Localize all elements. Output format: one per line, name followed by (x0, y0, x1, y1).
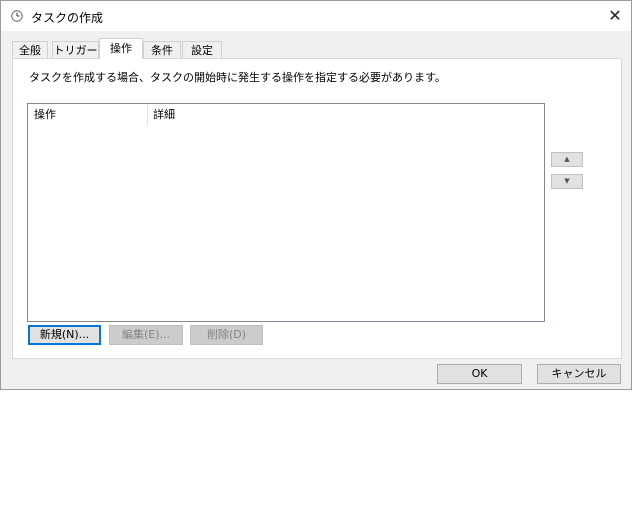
close-icon[interactable]: ✕ (601, 4, 629, 28)
create-task-dialog: タスクの作成 ✕ 全般 トリガー 操作 条件 設定 タスクを作成する場合、タスク… (0, 0, 632, 390)
up-arrow-icon: ▲ (564, 155, 570, 163)
move-up-button[interactable]: ▲ (551, 152, 583, 167)
instruction-text: タスクを作成する場合、タスクの開始時に発生する操作を指定する必要があります。 (29, 71, 446, 84)
ok-button[interactable]: OK (437, 364, 522, 384)
column-divider[interactable] (147, 104, 148, 126)
tab-actions[interactable]: 操作 (99, 38, 143, 59)
cancel-button[interactable]: キャンセル (537, 364, 621, 384)
delete-action-button[interactable]: 削除(D) (190, 325, 263, 345)
tab-settings[interactable]: 設定 (182, 41, 222, 58)
clock-icon (11, 10, 23, 22)
actions-list[interactable]: 操作 詳細 (27, 103, 545, 322)
title-bar: タスクの作成 ✕ (1, 1, 631, 31)
column-header-details[interactable]: 詳細 (153, 104, 175, 126)
window-title: タスクの作成 (31, 11, 104, 25)
tab-conditions[interactable]: 条件 (143, 41, 181, 58)
actions-panel: タスクを作成する場合、タスクの開始時に発生する操作を指定する必要があります。 操… (12, 58, 622, 359)
move-down-button[interactable]: ▼ (551, 174, 583, 189)
column-header-action[interactable]: 操作 (34, 104, 56, 126)
tab-triggers[interactable]: トリガー (52, 41, 99, 58)
down-arrow-icon: ▼ (564, 177, 570, 185)
new-action-button[interactable]: 新規(N)... (28, 325, 101, 345)
edit-action-button[interactable]: 編集(E)... (109, 325, 183, 345)
tab-general[interactable]: 全般 (12, 41, 48, 58)
